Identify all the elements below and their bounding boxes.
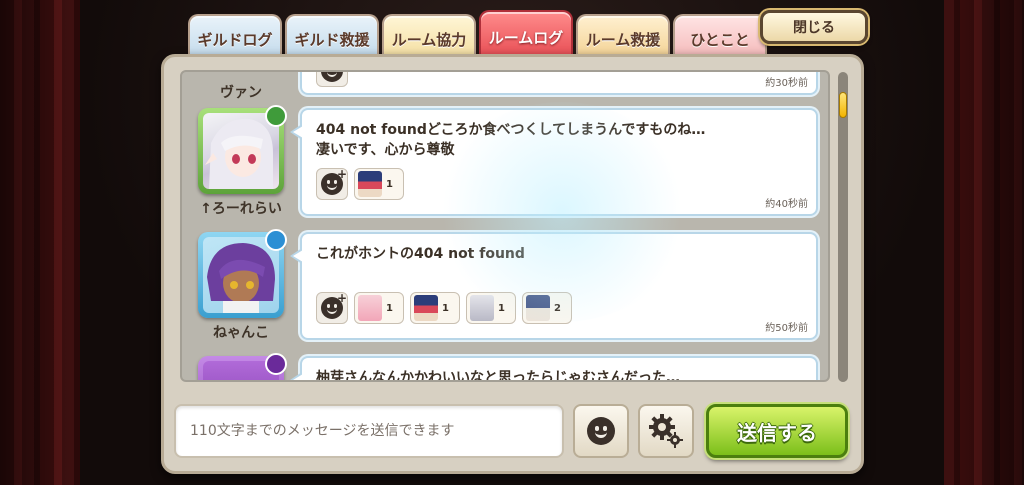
character-stamp-icon [358, 295, 382, 321]
send-button[interactable]: 送信する [706, 404, 848, 458]
character-stamp-icon [358, 171, 382, 197]
smiley-icon [587, 417, 615, 445]
reaction-stamp[interactable]: 1 [410, 292, 460, 324]
message-bubble: 柚芽さんなんかかわいいなと思ったらじゃむさんだった… [290, 356, 818, 382]
scrollbar[interactable] [838, 72, 848, 382]
reaction-stamp[interactable]: 1 [354, 292, 404, 324]
smiley-icon [321, 72, 343, 82]
timestamp: 約40秒前 [765, 199, 808, 210]
user-name: ヴァン [220, 85, 262, 101]
add-reaction-button[interactable]: + [316, 291, 348, 324]
room-log-list[interactable]: ヴァン 約30秒前 ↑ろーれらい 404 not foundどころか食べつくして… [180, 70, 830, 382]
plus-icon: + [336, 291, 347, 305]
message-bubble: 約30秒前 [300, 72, 818, 95]
plus-icon: + [336, 167, 347, 181]
message-text: これがホントの404 not found [316, 246, 525, 262]
settings-button[interactable] [638, 404, 694, 458]
reaction-stamp[interactable]: 2 [522, 292, 572, 324]
avatar[interactable] [198, 229, 287, 318]
add-reaction-button[interactable] [316, 72, 348, 87]
character-stamp-icon [526, 295, 550, 321]
reaction-stamp[interactable]: 1 [354, 168, 404, 200]
timestamp: 約50秒前 [765, 323, 808, 334]
avatar[interactable] [198, 353, 287, 380]
add-reaction-button[interactable]: + [316, 167, 348, 200]
gear-icon [649, 414, 683, 448]
message-bubble: 404 not foundどころか食べつくしてしまうんですものね… 凄いです、心… [290, 108, 818, 216]
avatar[interactable] [198, 105, 287, 194]
message-text: 柚芽さんなんかかわいいなと思ったらじゃむさんだった… [316, 370, 680, 382]
user-name: ↑ろーれらい [200, 201, 282, 217]
message-input[interactable] [174, 404, 564, 458]
message-bubble: これがホントの404 not found + 1 1 1 2 約50秒前 [290, 232, 818, 340]
user-name: ねゃんこ [213, 325, 269, 341]
message-text: 404 not foundどころか食べつくしてしまうんですものね… 凄いです、心… [316, 122, 706, 158]
water-attribute-icon [265, 229, 287, 251]
reaction-stamp[interactable]: 1 [466, 292, 516, 324]
character-stamp-icon [470, 295, 494, 321]
stamp-button[interactable] [573, 404, 629, 458]
character-stamp-icon [414, 295, 438, 321]
scroll-thumb[interactable] [839, 92, 847, 118]
dark-attribute-icon [265, 353, 287, 375]
timestamp: 約30秒前 [765, 78, 808, 89]
close-button[interactable]: 閉じる [760, 10, 868, 44]
wood-attribute-icon [265, 105, 287, 127]
